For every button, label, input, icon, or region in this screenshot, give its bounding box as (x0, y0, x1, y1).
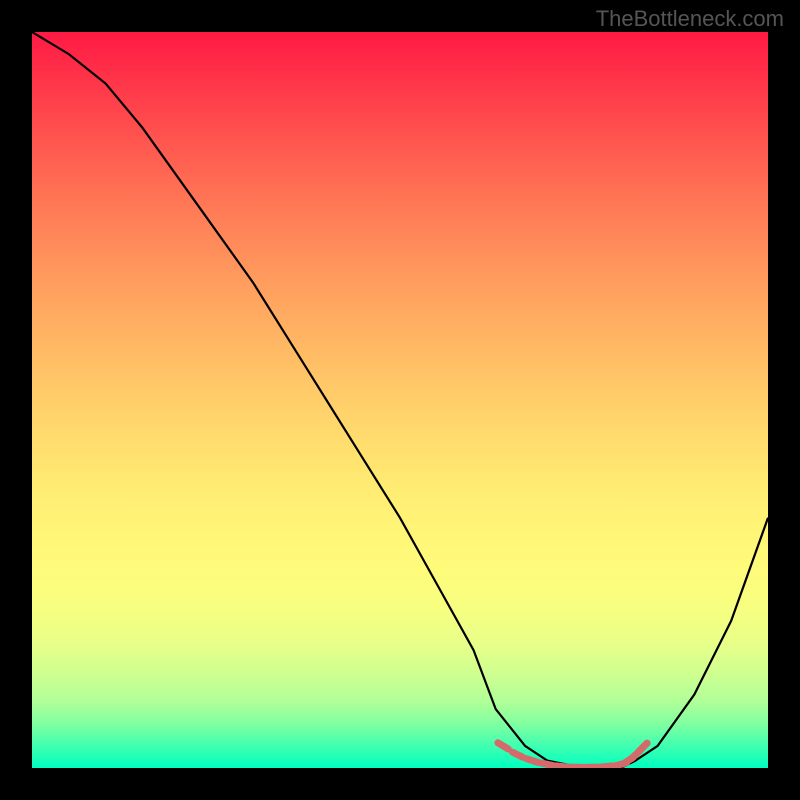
sweet-spot-tick (639, 743, 648, 752)
chart-svg (32, 32, 768, 768)
chart-plot-area (32, 32, 768, 768)
sweet-spot-tick (498, 743, 508, 749)
sweet-spot-tick (556, 766, 568, 767)
sweet-spot-tick (541, 763, 553, 765)
sweet-spot-tick (600, 766, 612, 767)
sweet-spot-tick (527, 759, 538, 763)
bottleneck-curve-path (32, 32, 768, 768)
watermark-text: TheBottleneck.com (596, 6, 784, 32)
sweet-spot-tick (512, 752, 523, 757)
sweet-spot-dashes (498, 743, 647, 768)
